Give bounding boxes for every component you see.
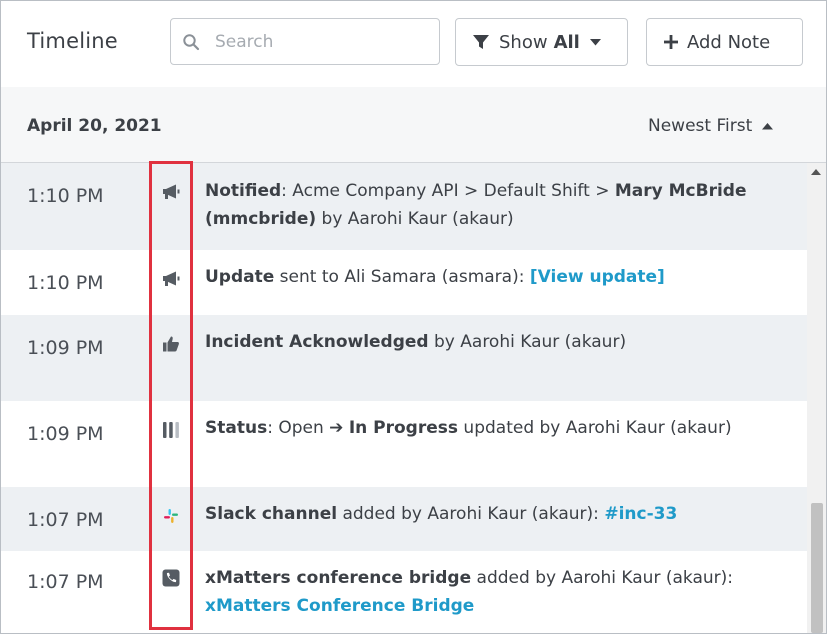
timeline-panel: Timeline Show All Add Note Apr: [0, 0, 827, 634]
row-text-plain: added by Aarohi Kaur (akaur):: [471, 568, 733, 588]
row-time: 1:07 PM: [27, 571, 104, 593]
megaphone-icon: [161, 269, 181, 289]
date-heading: April 20, 2021: [27, 116, 162, 136]
row-text-strong: In Progress: [348, 418, 459, 438]
row-text: Status: Open ➔ In Progress updated by Aa…: [205, 414, 790, 442]
timeline-header: Timeline Show All Add Note: [1, 1, 826, 87]
row-text: Notified: Acme Company API > Default Shi…: [205, 177, 790, 233]
timeline-row: 1:10 PM Notified: Acme Company API > Defa…: [1, 163, 807, 250]
row-time: 1:07 PM: [27, 509, 104, 531]
scroll-up-arrow[interactable]: [811, 169, 821, 175]
add-note-label: Add Note: [687, 31, 771, 53]
timeline-row: 1:09 PM Incident Acknowledged by Aarohi K…: [1, 315, 807, 401]
row-text-plain: by Aarohi Kaur (akaur): [428, 332, 627, 352]
scroll-thumb[interactable]: [811, 503, 823, 633]
row-text-strong: ➔: [329, 418, 344, 438]
status-bars-icon: [161, 420, 181, 440]
show-label: Show: [499, 31, 548, 53]
row-text: xMatters conference bridge added by Aaro…: [205, 564, 790, 620]
row-time: 1:10 PM: [27, 272, 104, 294]
row-text-strong: xMatters conference bridge: [205, 568, 472, 588]
caret-up-icon: [762, 122, 774, 130]
sort-label: Newest First: [648, 116, 753, 136]
timeline-row: 1:09 PM Status: Open ➔ In Progress update…: [1, 401, 807, 487]
phone-icon: [161, 568, 181, 588]
row-text-plain: : Acme Company API > Default Shift >: [281, 181, 615, 201]
chevron-down-icon: [589, 38, 601, 46]
timeline-list: 1:10 PM Notified: Acme Company API > Defa…: [1, 163, 807, 633]
row-text-plain: by Aarohi Kaur (akaur): [316, 209, 514, 229]
row-text: Incident Acknowledged by Aarohi Kaur (ak…: [205, 328, 790, 356]
megaphone-icon: [161, 182, 181, 202]
row-text: Update sent to Ali Samara (asmara): [Vie…: [205, 263, 790, 291]
filter-icon: [472, 33, 490, 51]
timeline-row: 1:07 PM Slack channel added by Aarohi Kau…: [1, 487, 807, 551]
plus-icon: [664, 35, 678, 49]
page-title: Timeline: [27, 29, 118, 53]
search-box[interactable]: [170, 18, 440, 65]
row-text-strong: Incident Acknowledged: [205, 332, 429, 352]
row-link[interactable]: #inc-33: [604, 504, 677, 524]
row-text-strong: Notified: [205, 181, 282, 201]
row-text-strong: Status: [205, 418, 268, 438]
thumbs-up-icon: [161, 334, 181, 354]
timeline-row: 1:10 PM Update sent to Ali Samara (asmara…: [1, 250, 807, 315]
slack-icon: [161, 506, 181, 526]
row-link[interactable]: xMatters Conference Bridge: [205, 596, 474, 616]
row-text-plain: updated by Aarohi Kaur (akaur): [458, 418, 732, 438]
row-text-plain: added by Aarohi Kaur (akaur):: [337, 504, 605, 524]
row-text: Slack channel added by Aarohi Kaur (akau…: [205, 500, 790, 528]
row-text-strong: Update: [205, 267, 275, 287]
search-icon: [183, 34, 200, 51]
search-input[interactable]: [215, 29, 425, 55]
show-filter-button[interactable]: Show All: [455, 18, 628, 66]
row-text-plain: : Open: [267, 418, 330, 438]
show-value: All: [553, 31, 580, 53]
sort-toggle[interactable]: Newest First: [648, 116, 774, 136]
row-text-strong: Slack channel: [205, 504, 338, 524]
row-text-plain: sent to Ali Samara (asmara):: [274, 267, 530, 287]
row-time: 1:09 PM: [27, 337, 104, 359]
scrollbar[interactable]: [807, 163, 826, 633]
row-link[interactable]: [View update]: [530, 267, 665, 287]
row-time: 1:09 PM: [27, 423, 104, 445]
timeline-row: 1:07 PM xMatters conference bridge added …: [1, 551, 807, 633]
date-bar: April 20, 2021 Newest First: [1, 87, 826, 163]
add-note-button[interactable]: Add Note: [646, 18, 803, 66]
row-time: 1:10 PM: [27, 185, 104, 207]
